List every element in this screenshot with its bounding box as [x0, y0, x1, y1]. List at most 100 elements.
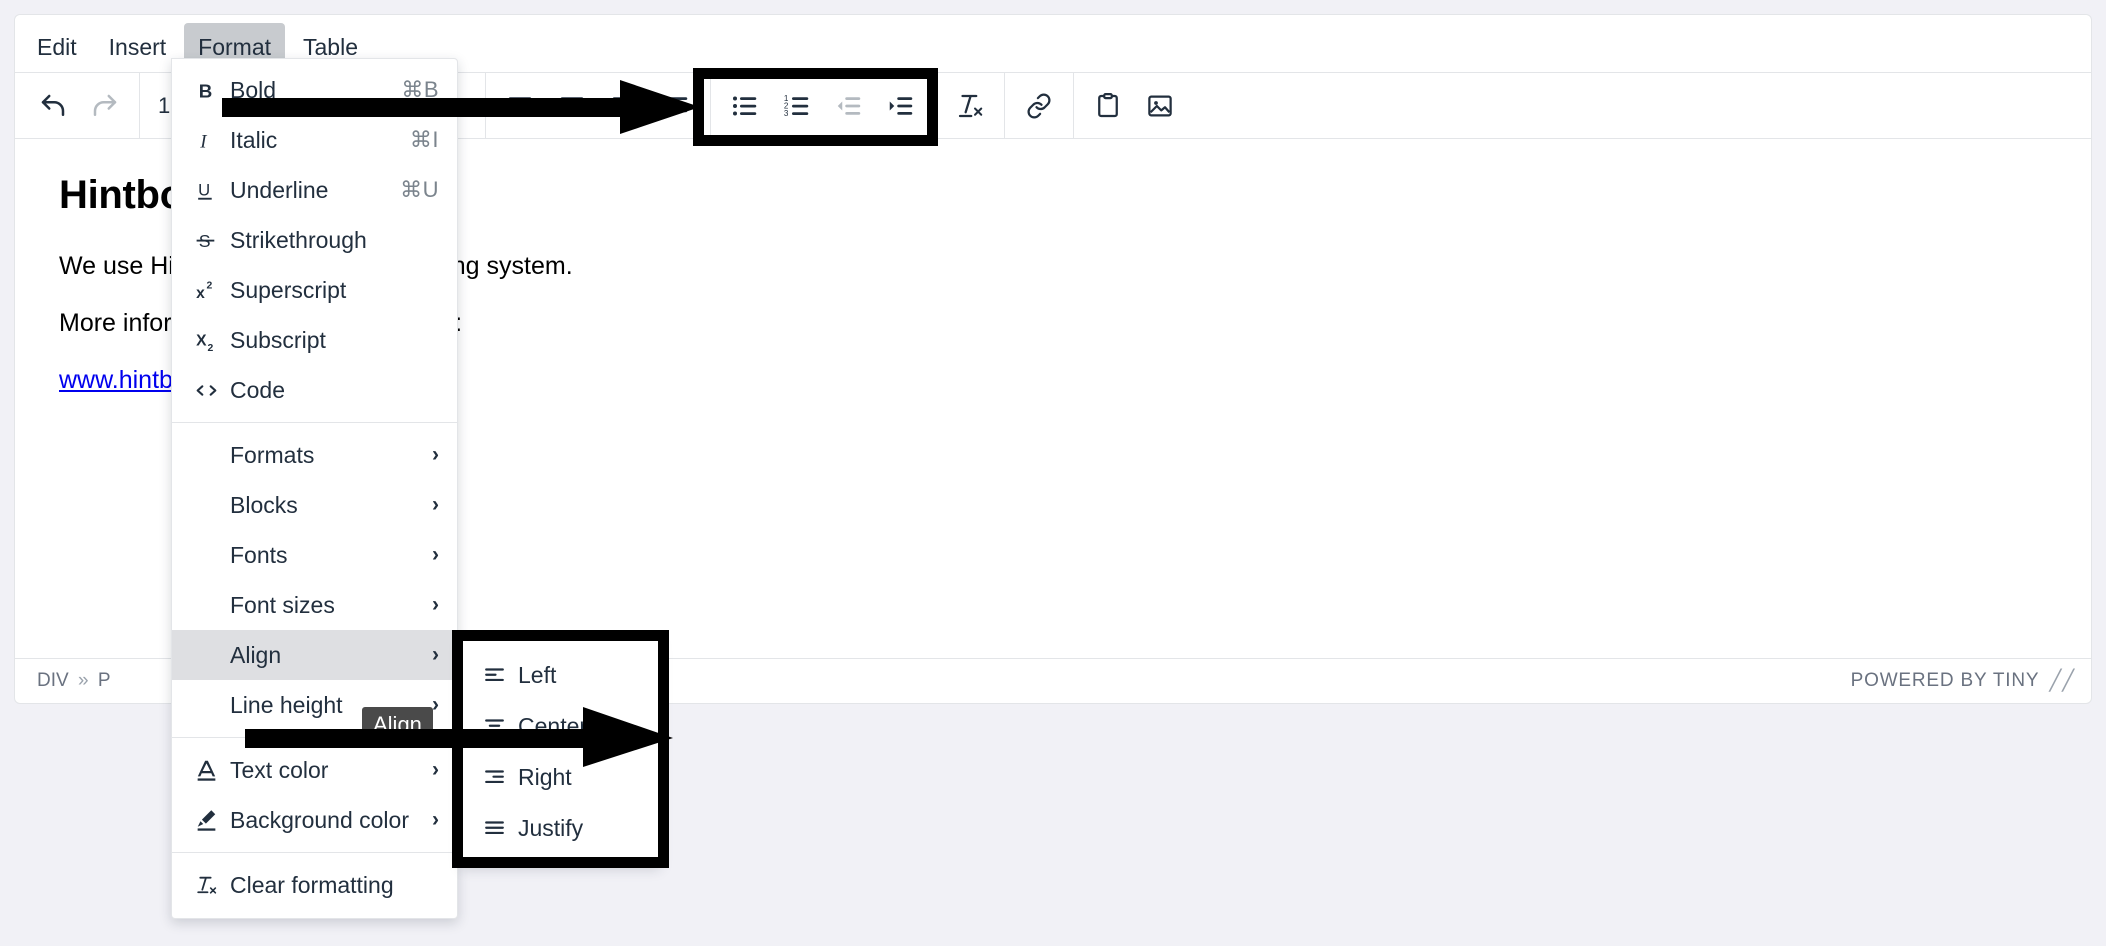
- italic-icon: I: [194, 128, 230, 153]
- menu-item-bold[interactable]: B Bold ⌘B: [172, 65, 457, 115]
- menu-item-clear-formatting[interactable]: Clear formatting: [172, 860, 457, 910]
- menu-item-italic[interactable]: I Italic ⌘I: [172, 115, 457, 165]
- menu-item-label: Background color: [230, 806, 409, 833]
- svg-text:B: B: [199, 80, 213, 101]
- align-justify-icon: [482, 816, 518, 841]
- menu-item-text-color[interactable]: Text color ›: [172, 745, 457, 795]
- menu-item-fonts[interactable]: Fonts ›: [172, 530, 457, 580]
- paste-button[interactable]: [1082, 82, 1134, 130]
- undo-button[interactable]: [27, 82, 79, 130]
- clear-formatting-icon: [194, 873, 230, 898]
- chevron-right-icon: ›: [432, 643, 439, 666]
- svg-text:3: 3: [784, 109, 789, 118]
- path-separator: »: [77, 669, 89, 691]
- menu-item-underline[interactable]: U Underline ⌘U: [172, 165, 457, 215]
- submenu-item-left[interactable]: Left: [462, 650, 659, 701]
- svg-text:U: U: [198, 180, 210, 199]
- menu-item-label: Italic: [230, 126, 278, 153]
- toolbar-group-align: [486, 73, 711, 138]
- align-center-button[interactable]: [546, 82, 598, 130]
- align-submenu: Left Center Right Justify: [461, 639, 660, 865]
- menu-item-label: Text color: [230, 756, 329, 783]
- menu-item-blocks[interactable]: Blocks ›: [172, 480, 457, 530]
- align-center-icon: [482, 714, 518, 739]
- bullet-list-button[interactable]: [719, 82, 771, 130]
- menu-item-align[interactable]: Align ›: [172, 630, 457, 680]
- align-right-button[interactable]: [598, 82, 650, 130]
- menu-item-font-sizes[interactable]: Font sizes ›: [172, 580, 457, 630]
- svg-text:2: 2: [207, 280, 213, 291]
- submenu-item-label: Right: [518, 764, 572, 790]
- menu-item-superscript[interactable]: x2 Superscript: [172, 265, 457, 315]
- element-path: DIV » P: [37, 670, 111, 692]
- menubar-item-label: Format: [198, 34, 272, 60]
- toolbar-group-link: [1005, 73, 1074, 138]
- increase-indent-button[interactable]: [875, 82, 927, 130]
- menu-item-label: Align: [230, 641, 282, 668]
- menu-item-formats[interactable]: Formats ›: [172, 430, 457, 480]
- menubar-item-insert[interactable]: Insert: [95, 23, 181, 72]
- menu-separator: [172, 852, 457, 853]
- align-tooltip: Align: [362, 707, 433, 743]
- menu-item-strikethrough[interactable]: S Strikethrough: [172, 215, 457, 265]
- superscript-icon: x2: [194, 278, 230, 303]
- chevron-right-icon: ›: [432, 493, 439, 516]
- svg-text:2: 2: [208, 342, 214, 352]
- menu-item-label: Superscript: [230, 276, 347, 303]
- redo-button[interactable]: [79, 82, 131, 130]
- menu-item-subscript[interactable]: X2 Subscript: [172, 315, 457, 365]
- menubar-item-label: Table: [303, 34, 358, 60]
- submenu-item-center[interactable]: Center: [462, 701, 659, 752]
- menu-item-label: Blocks: [230, 491, 298, 518]
- toolbar-group-lists: 1 2 3: [711, 73, 936, 138]
- toolbar-group-history: [19, 73, 140, 138]
- menu-separator: [172, 422, 457, 423]
- element-path-part[interactable]: P: [98, 670, 111, 691]
- menu-item-label: Fonts: [230, 541, 288, 568]
- chevron-right-icon: ›: [432, 758, 439, 781]
- menu-item-label: Underline: [230, 176, 329, 203]
- align-left-icon: [482, 663, 518, 688]
- branding: POWERED BY TINY ╱╱: [1851, 668, 2075, 693]
- menu-item-shortcut: ⌘U: [400, 177, 439, 202]
- branding-label[interactable]: POWERED BY TINY: [1851, 670, 2040, 692]
- menu-item-shortcut: ⌘B: [401, 77, 439, 102]
- clear-formatting-button[interactable]: [944, 82, 996, 130]
- align-right-icon: [482, 765, 518, 790]
- menu-item-label: Font sizes: [230, 591, 335, 618]
- menu-item-label: Formats: [230, 441, 315, 468]
- insert-image-button[interactable]: [1134, 82, 1186, 130]
- element-path-part[interactable]: DIV: [37, 670, 69, 691]
- svg-text:X: X: [196, 332, 207, 349]
- menu-item-label: Clear formatting: [230, 871, 394, 898]
- submenu-item-justify[interactable]: Justify: [462, 803, 659, 854]
- submenu-item-label: Left: [518, 662, 557, 688]
- subscript-icon: X2: [194, 328, 230, 352]
- menu-item-label: Code: [230, 376, 285, 403]
- chevron-right-icon: ›: [432, 593, 439, 616]
- menu-item-code[interactable]: Code: [172, 365, 457, 415]
- resize-handle-icon[interactable]: ╱╱: [2049, 668, 2075, 693]
- menu-item-label: Strikethrough: [230, 226, 367, 253]
- submenu-item-right[interactable]: Right: [462, 752, 659, 803]
- align-justify-button[interactable]: [650, 82, 702, 130]
- numbered-list-button[interactable]: 1 2 3: [771, 82, 823, 130]
- menu-item-background-color[interactable]: Background color ›: [172, 795, 457, 845]
- menu-item-label: Subscript: [230, 326, 326, 353]
- toolbar-group-insert: [1074, 73, 1194, 138]
- background-color-icon: [194, 808, 230, 833]
- format-dropdown-menu: B Bold ⌘B I Italic ⌘I U Underline ⌘U S S…: [171, 58, 458, 919]
- submenu-item-label: Justify: [518, 815, 584, 841]
- insert-link-button[interactable]: [1013, 82, 1065, 130]
- menubar-item-label: Edit: [37, 34, 77, 60]
- menu-item-label: Bold: [230, 76, 277, 103]
- menubar-item-edit[interactable]: Edit: [23, 23, 91, 72]
- align-left-button[interactable]: [494, 82, 546, 130]
- decrease-indent-button[interactable]: [823, 82, 875, 130]
- strikethrough-icon: S: [194, 228, 230, 253]
- underline-icon: U: [194, 178, 230, 203]
- chevron-right-icon: ›: [432, 543, 439, 566]
- chevron-right-icon: ›: [432, 808, 439, 831]
- toolbar-group-clear: [936, 73, 1005, 138]
- chevron-right-icon: ›: [432, 443, 439, 466]
